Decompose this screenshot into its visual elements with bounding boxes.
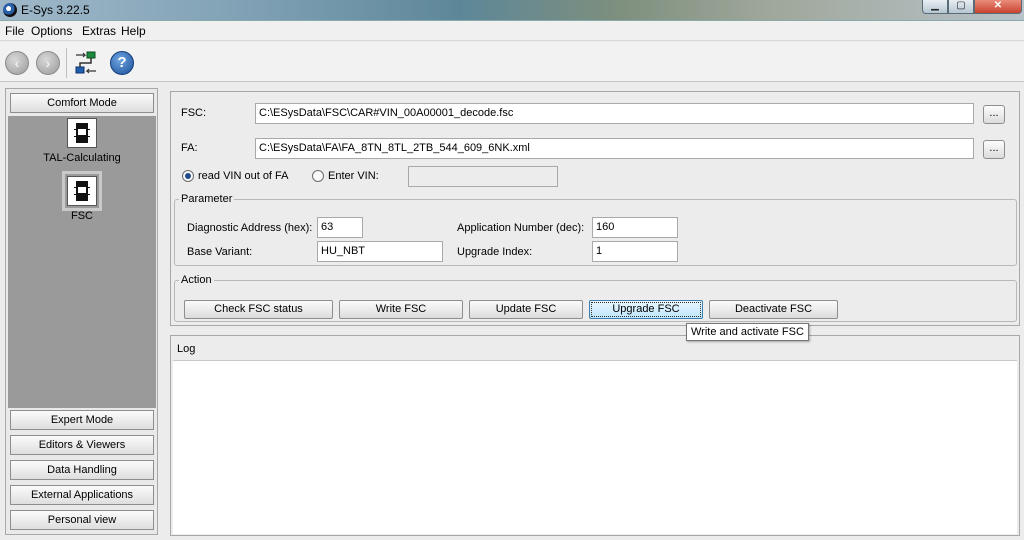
app-number-label: Application Number (dec): <box>457 222 585 234</box>
help-icon[interactable]: ? <box>110 51 134 75</box>
upgrade-fsc-tooltip: Write and activate FSC <box>686 323 809 341</box>
personal-view-button[interactable]: Personal view <box>10 510 154 530</box>
toolbar-separator <box>66 48 67 78</box>
action-title: Action <box>181 274 212 286</box>
title-bar: E-Sys 3.22.5 ▁ ▢ ✕ <box>0 0 1024 21</box>
menu-extras[interactable]: Extras <box>82 24 116 38</box>
update-fsc-button[interactable]: Update FSC <box>469 300 583 319</box>
data-handling-button[interactable]: Data Handling <box>10 460 154 480</box>
toolbar: ‹ › ? <box>0 42 1024 82</box>
fa-path-field[interactable]: C:\ESysData\FA\FA_8TN_8TL_2TB_544_609_6N… <box>255 138 974 159</box>
base-variant-label: Base Variant: <box>187 246 253 258</box>
tool-label: FSC <box>71 210 93 222</box>
chip-icon <box>67 118 97 148</box>
write-fsc-button[interactable]: Write FSC <box>339 300 463 319</box>
minimize-icon: ▁ <box>931 0 939 11</box>
forward-arrow-icon[interactable]: › <box>36 51 60 75</box>
menu-bar: File Options Extras Help <box>0 21 1024 41</box>
app-number-field[interactable]: 160 <box>592 217 678 238</box>
mode-sidebar: Comfort Mode TAL-Calculating FSC Expert … <box>5 88 158 535</box>
check-fsc-status-button[interactable]: Check FSC status <box>184 300 333 319</box>
tool-fsc[interactable]: FSC <box>8 171 156 222</box>
fsc-path-field[interactable]: C:\ESysData\FSC\CAR#VIN_00A00001_decode.… <box>255 103 974 124</box>
close-button[interactable]: ✕ <box>974 0 1022 14</box>
expert-mode-button[interactable]: Expert Mode <box>10 410 154 430</box>
close-icon: ✕ <box>993 0 1003 11</box>
enter-vin-label: Enter VIN: <box>328 170 379 182</box>
read-vin-label: read VIN out of FA <box>198 170 289 182</box>
window-title: E-Sys 3.22.5 <box>21 3 90 17</box>
fsc-panel: FSC: C:\ESysData\FSC\CAR#VIN_00A00001_de… <box>170 91 1020 326</box>
comfort-mode-tools: TAL-Calculating FSC <box>8 116 156 408</box>
deactivate-fsc-button[interactable]: Deactivate FSC <box>709 300 838 319</box>
menu-options[interactable]: Options <box>31 24 72 38</box>
read-vin-radio[interactable] <box>182 170 194 182</box>
log-output[interactable] <box>173 360 1017 534</box>
menu-help[interactable]: Help <box>121 24 146 38</box>
diag-address-field[interactable]: 63 <box>317 217 363 238</box>
tool-label: TAL-Calculating <box>43 152 121 164</box>
fsc-browse-button[interactable]: ... <box>983 105 1005 124</box>
vin-input[interactable] <box>408 166 558 187</box>
maximize-button[interactable]: ▢ <box>948 0 974 14</box>
back-arrow-icon[interactable]: ‹ <box>5 51 29 75</box>
parameter-title: Parameter <box>181 193 233 205</box>
app-logo-icon <box>3 3 17 17</box>
minimize-button[interactable]: ▁ <box>922 0 948 14</box>
connect-icon[interactable] <box>73 50 99 76</box>
fa-label: FA: <box>181 142 198 154</box>
upgrade-index-label: Upgrade Index: <box>457 246 533 258</box>
chip-icon <box>62 171 102 211</box>
maximize-icon: ▢ <box>956 0 966 11</box>
menu-file[interactable]: File <box>5 24 24 38</box>
log-panel: Log <box>170 335 1020 536</box>
fsc-label: FSC: <box>181 107 207 119</box>
log-title: Log <box>177 343 196 355</box>
tool-tal-calculating[interactable]: TAL-Calculating <box>8 118 156 164</box>
fa-browse-button[interactable]: ... <box>983 140 1005 159</box>
diag-address-label: Diagnostic Address (hex): <box>187 222 313 234</box>
enter-vin-radio[interactable] <box>312 170 324 182</box>
external-applications-button[interactable]: External Applications <box>10 485 154 505</box>
upgrade-index-field[interactable]: 1 <box>592 241 678 262</box>
parameter-group: Parameter Diagnostic Address (hex): 63 B… <box>174 193 1017 266</box>
comfort-mode-button[interactable]: Comfort Mode <box>10 93 154 113</box>
upgrade-fsc-button[interactable]: Upgrade FSC <box>589 300 703 319</box>
editors-viewers-button[interactable]: Editors & Viewers <box>10 435 154 455</box>
base-variant-field[interactable]: HU_NBT <box>317 241 443 262</box>
main-area: FSC: C:\ESysData\FSC\CAR#VIN_00A00001_de… <box>164 84 1020 536</box>
